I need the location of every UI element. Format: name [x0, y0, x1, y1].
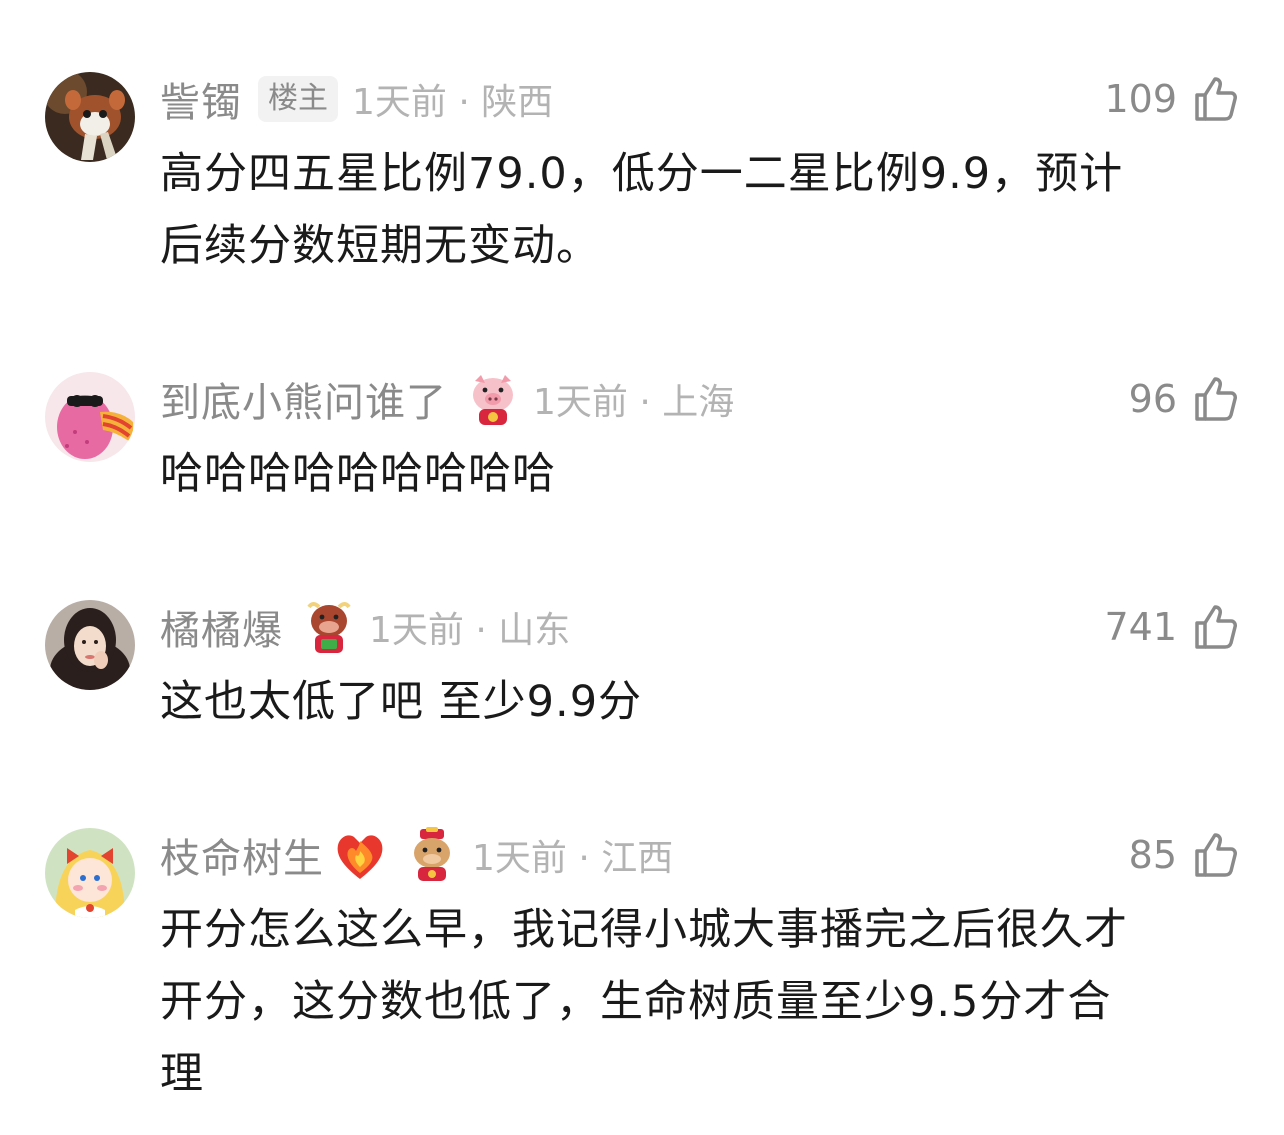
comment-line: 理	[160, 1049, 204, 1099]
avatar[interactable]	[45, 600, 135, 690]
like-button[interactable]: 85	[1129, 827, 1239, 883]
pink-monster-avatar-icon	[45, 372, 135, 462]
girl-photo-avatar-icon	[45, 600, 135, 690]
comment-text: 高分四五星比例79.0，低分一二星比例9.9，预计 后续分数短期无变动。	[160, 138, 1230, 282]
ox-wealth-god-icon	[406, 827, 458, 883]
comment-line: 高分四五星比例79.0，低分一二星比例9.9，预计	[160, 149, 1124, 199]
avatar[interactable]	[45, 72, 135, 162]
thumbs-up-icon	[1195, 833, 1237, 877]
time-location: 1天前 · 陕西	[352, 82, 554, 123]
time-location: 1天前 · 山东	[369, 610, 571, 651]
like-count: 109	[1104, 77, 1177, 121]
comment-line: 开分怎么这么早，我记得小城大事播完之后很久才	[160, 905, 1128, 955]
comment-line: 这也太低了吧 至少9.9分	[160, 677, 643, 727]
fire-heart-icon	[334, 827, 386, 883]
owner-badge: 楼主	[258, 76, 338, 122]
avatar[interactable]	[45, 372, 135, 462]
username[interactable]: 到底小熊问谁了	[160, 370, 447, 428]
comment-text: 这也太低了吧 至少9.9分	[160, 666, 1230, 738]
username[interactable]: 訾镯	[160, 70, 242, 128]
time-location: 1天前 · 上海	[533, 382, 735, 423]
like-button[interactable]: 109	[1104, 71, 1239, 127]
like-count: 96	[1128, 377, 1177, 421]
red-panda-avatar-icon	[45, 72, 135, 162]
like-button[interactable]: 741	[1104, 599, 1239, 655]
comment-meta: 枝命树生 1天前 · 江西	[160, 827, 673, 883]
comment-line: 后续分数短期无变动。	[160, 221, 600, 271]
comment-line: 开分，这分数也低了，生命树质量至少9.5分才合	[160, 977, 1112, 1027]
anime-girl-avatar-icon	[45, 828, 135, 918]
comment-meta: 訾镯 楼主 1天前 · 陕西	[160, 71, 553, 127]
like-count: 85	[1128, 833, 1177, 877]
thumbs-up-icon	[1195, 77, 1237, 121]
comment-text: 哈哈哈哈哈哈哈哈哈	[160, 438, 1230, 510]
pig-fortune-icon	[467, 371, 519, 427]
like-count: 741	[1104, 605, 1177, 649]
like-button[interactable]: 96	[1129, 371, 1239, 427]
avatar[interactable]	[45, 828, 135, 918]
username[interactable]: 枝命树生	[160, 826, 324, 884]
comment-line: 哈哈哈哈哈哈哈哈哈	[160, 449, 556, 499]
username[interactable]: 橘橘爆	[160, 598, 283, 656]
comment-text: 开分怎么这么早，我记得小城大事播完之后很久才 开分，这分数也低了，生命树质量至少…	[160, 894, 1230, 1110]
comment-meta: 到底小熊问谁了 1天前 · 上海	[160, 371, 734, 427]
thumbs-up-icon	[1195, 377, 1237, 421]
time-location: 1天前 · 江西	[472, 838, 674, 879]
thumbs-up-icon	[1195, 605, 1237, 649]
ox-fortune-icon	[303, 599, 355, 655]
comment-meta: 橘橘爆 1天前 · 山东	[160, 599, 570, 655]
